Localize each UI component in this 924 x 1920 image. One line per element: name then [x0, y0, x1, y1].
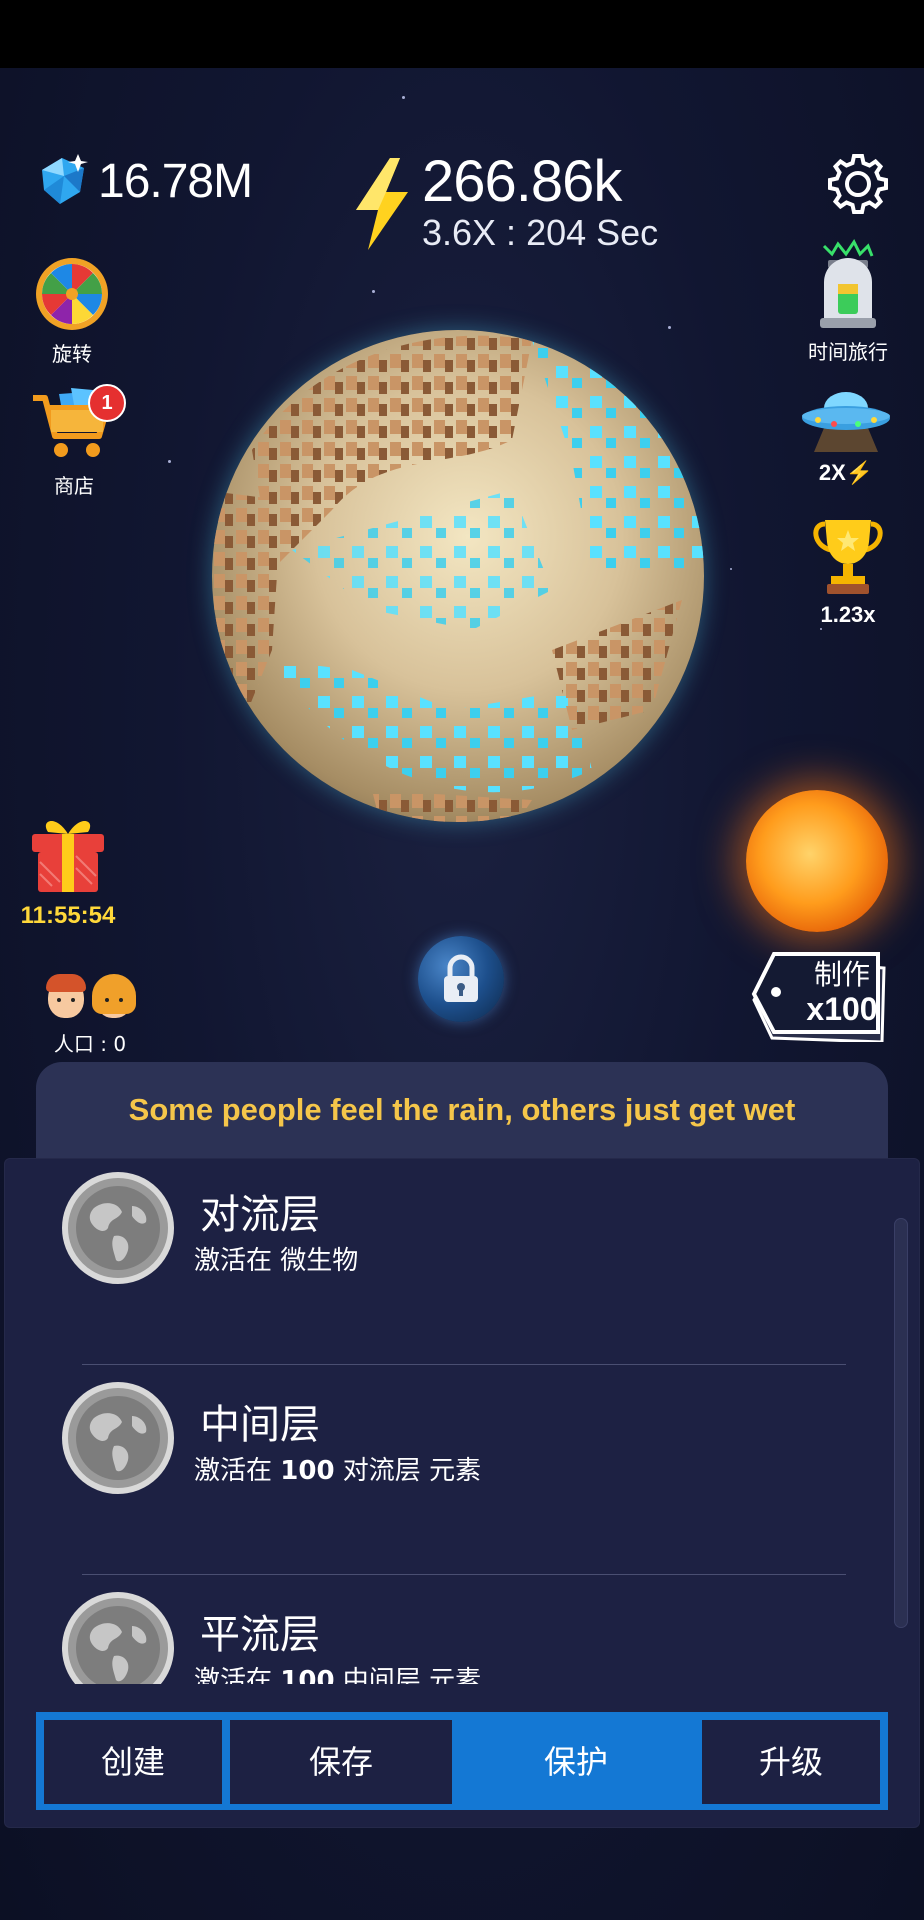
population-indicator: 人口 : 0 — [30, 974, 150, 1057]
sun-icon[interactable] — [746, 790, 888, 932]
ufo-boost-button[interactable]: 2X⚡ — [796, 384, 896, 486]
gift-timer: 11:55:54 — [20, 902, 116, 929]
female-avatar — [91, 974, 136, 1018]
status-bar — [0, 0, 924, 68]
population-label: 人口 : 0 — [53, 1032, 127, 1056]
gem-count: 16.78M — [98, 155, 253, 208]
craft-button[interactable]: 制作 x100 — [792, 958, 892, 1026]
layer-subtitle: 激活在 100 中间层 元素 — [194, 1666, 482, 1684]
list-scrollbar[interactable] — [894, 1218, 908, 1628]
time-machine-icon — [820, 239, 876, 328]
list-item[interactable]: 中间层 激活在 100 对流层 元素 — [4, 1368, 904, 1578]
ufo-multiplier: 2X⚡ — [818, 460, 874, 485]
trophy-button[interactable]: 1.23x — [800, 516, 896, 628]
spin-wheel-button[interactable]: 旋转 — [32, 256, 112, 367]
shop-label: 商店 — [54, 474, 94, 498]
time-travel-button[interactable]: 时间旅行 — [800, 238, 896, 365]
quote-banner: Some people feel the rain, others just g… — [36, 1062, 888, 1164]
gear-icon[interactable] — [824, 150, 892, 218]
craft-count: x100 — [806, 991, 878, 1027]
lock-button[interactable] — [418, 936, 504, 1022]
layer-title: 平流层 — [200, 1612, 320, 1658]
divider — [82, 1364, 846, 1365]
list-item[interactable]: 对流层 激活在 微生物 — [4, 1158, 904, 1368]
planet[interactable] — [212, 330, 704, 822]
male-avatar — [46, 974, 87, 1018]
prize-wheel-icon — [36, 258, 108, 330]
layer-subtitle: 激活在 微生物 — [194, 1246, 359, 1276]
globe-icon — [62, 1382, 174, 1494]
quote-text: Some people feel the rain, others just g… — [128, 1092, 796, 1127]
layer-title: 中间层 — [200, 1402, 320, 1448]
tab-protect[interactable]: 保护 — [452, 1720, 700, 1804]
shop-notification-badge: 1 — [88, 384, 126, 422]
divider — [82, 1574, 846, 1575]
lock-icon — [444, 954, 478, 1002]
lightning-icon — [356, 158, 408, 250]
tab-save[interactable]: 保存 — [230, 1720, 452, 1804]
globe-icon — [62, 1172, 174, 1284]
time-travel-label: 时间旅行 — [808, 340, 888, 364]
energy-count: 266.86k — [422, 149, 622, 214]
tab-create[interactable]: 创建 — [44, 1720, 222, 1804]
tab-bar: 创建 保存 保护 升级 — [36, 1712, 888, 1810]
trophy-multiplier: 1.23x — [820, 602, 876, 627]
planet-surface — [212, 335, 704, 822]
energy-rate: 3.6X : 204 Sec — [422, 212, 659, 253]
shop-button[interactable]: 1 商店 — [26, 384, 126, 498]
list-item[interactable]: 平流层 激活在 100 中间层 元素 — [4, 1578, 904, 1684]
gift-button[interactable]: 11:55:54 — [18, 812, 118, 930]
layer-subtitle: 激活在 100 对流层 元素 — [194, 1456, 482, 1486]
globe-icon — [62, 1592, 174, 1684]
layer-title: 对流层 — [200, 1192, 320, 1238]
trophy-icon — [813, 520, 883, 594]
spin-label: 旋转 — [52, 342, 92, 366]
layer-list[interactable]: 对流层 激活在 微生物 中间层 激活在 100 对流层 元素 平流层 激活在 1… — [4, 1158, 904, 1684]
gem-icon — [42, 154, 88, 204]
gift-box-icon — [32, 820, 104, 892]
craft-label: 制作 — [813, 958, 870, 991]
tab-upgrade[interactable]: 升级 — [702, 1720, 880, 1804]
ufo-icon — [802, 392, 890, 452]
